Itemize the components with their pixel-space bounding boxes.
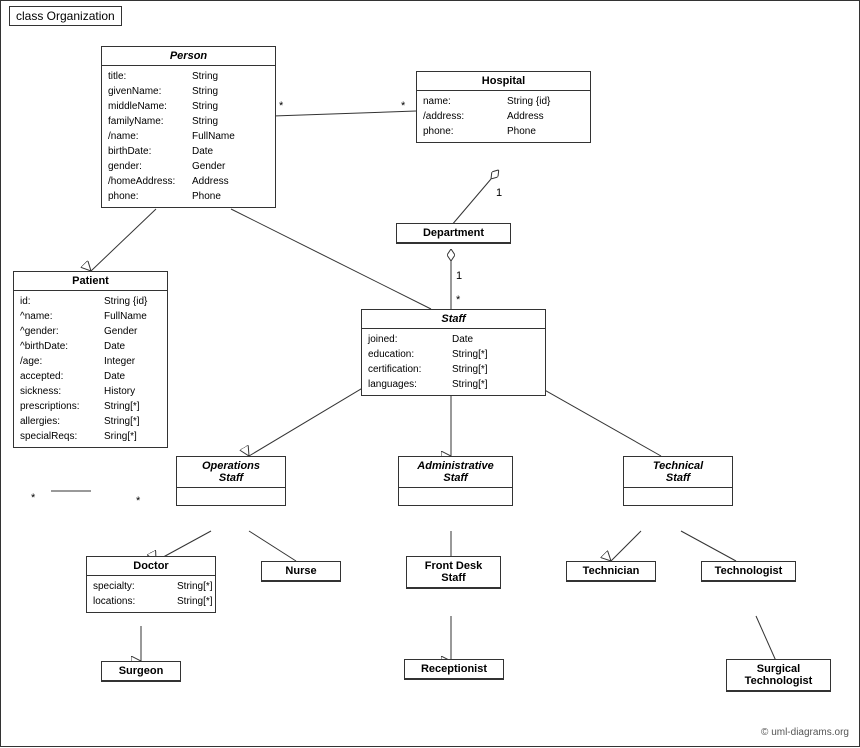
nurse-class: Nurse — [261, 561, 341, 582]
doctor-class: Doctor specialty:String[*] locations:Str… — [86, 556, 216, 613]
receptionist-title: Receptionist — [405, 660, 503, 679]
diagram-container: class Organization * * 1 * 1 — [0, 0, 860, 747]
person-attrs: title:String givenName:String middleName… — [102, 66, 275, 207]
hospital-class: Hospital name:String {id} /address:Addre… — [416, 71, 591, 143]
technical-staff-class: Technical Staff — [623, 456, 733, 506]
staff-attrs: joined:Date education:String[*] certific… — [362, 329, 545, 395]
svg-text:1: 1 — [496, 187, 502, 199]
department-title: Department — [397, 224, 510, 243]
operations-staff-class: Operations Staff — [176, 456, 286, 506]
svg-text:*: * — [401, 100, 406, 112]
administrative-staff-title: Administrative Staff — [399, 457, 512, 488]
person-title: Person — [102, 47, 275, 66]
technologist-class: Technologist — [701, 561, 796, 582]
department-class: Department — [396, 223, 511, 244]
doctor-title: Doctor — [87, 557, 215, 576]
svg-text:*: * — [456, 294, 461, 306]
surgical-technologist-title: Surgical Technologist — [727, 660, 830, 691]
front-desk-staff-title: Front Desk Staff — [407, 557, 500, 588]
hospital-attrs: name:String {id} /address:Address phone:… — [417, 91, 590, 142]
doctor-attrs: specialty:String[*] locations:String[*] — [87, 576, 215, 612]
operations-staff-title: Operations Staff — [177, 457, 285, 488]
receptionist-class: Receptionist — [404, 659, 504, 680]
patient-title: Patient — [14, 272, 167, 291]
staff-title: Staff — [362, 310, 545, 329]
nurse-title: Nurse — [262, 562, 340, 581]
hospital-title: Hospital — [417, 72, 590, 91]
technician-title: Technician — [567, 562, 655, 581]
technician-class: Technician — [566, 561, 656, 582]
svg-text:*: * — [31, 492, 36, 504]
svg-text:*: * — [136, 495, 141, 507]
front-desk-staff-class: Front Desk Staff — [406, 556, 501, 589]
svg-text:1: 1 — [456, 270, 462, 282]
staff-class: Staff joined:Date education:String[*] ce… — [361, 309, 546, 396]
surgeon-class: Surgeon — [101, 661, 181, 682]
surgical-technologist-class: Surgical Technologist — [726, 659, 831, 692]
technical-staff-title: Technical Staff — [624, 457, 732, 488]
person-class: Person title:String givenName:String mid… — [101, 46, 276, 208]
diagram-title: class Organization — [9, 6, 122, 26]
patient-class: Patient id:String {id} ^name:FullName ^g… — [13, 271, 168, 448]
copyright: © uml-diagrams.org — [761, 727, 849, 738]
patient-attrs: id:String {id} ^name:FullName ^gender:Ge… — [14, 291, 167, 447]
surgeon-title: Surgeon — [102, 662, 180, 681]
technologist-title: Technologist — [702, 562, 795, 581]
administrative-staff-class: Administrative Staff — [398, 456, 513, 506]
svg-text:*: * — [279, 100, 284, 112]
